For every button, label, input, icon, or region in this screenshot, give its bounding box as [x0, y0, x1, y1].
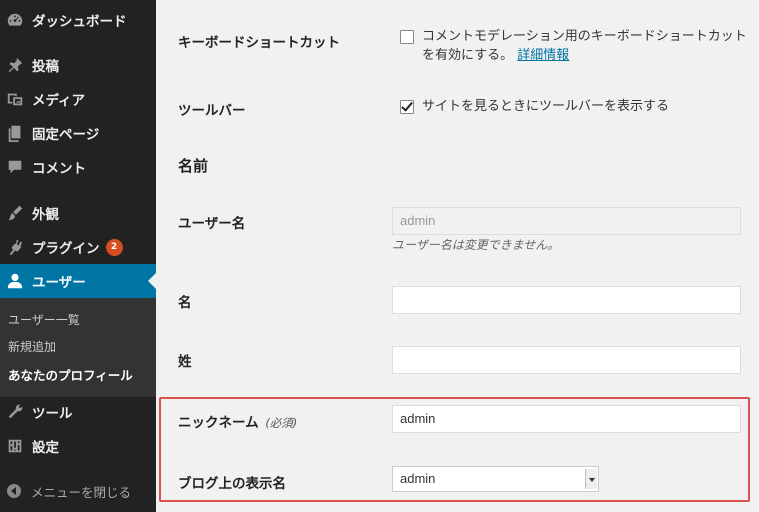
collapse-menu-button[interactable]: メニューを閉じる	[0, 478, 156, 504]
keyboard-shortcuts-text: コメントモデレーション用のキーボードショートカットを有効にする。 詳細情報	[422, 27, 752, 65]
menu-item-settings[interactable]: 設定	[0, 429, 156, 463]
menu-label-comments: コメント	[32, 161, 86, 177]
media-icon	[5, 89, 25, 109]
username-input[interactable]: admin	[392, 207, 741, 235]
menu-label-appearance: 外観	[32, 207, 59, 223]
name-section-title: 名前	[178, 157, 209, 175]
menu-label-settings: 設定	[32, 440, 59, 456]
more-info-link[interactable]: 詳細情報	[517, 48, 569, 63]
appearance-icon	[5, 203, 25, 223]
submenu-all-users[interactable]: ユーザー一覧	[8, 311, 80, 328]
dashboard-icon	[5, 10, 25, 30]
highlight-box	[159, 397, 750, 502]
toolbar-row: サイトを見るときにツールバーを表示する	[400, 97, 752, 116]
toolbar-checkbox[interactable]	[400, 100, 414, 114]
menu-label-dashboard: ダッシュボード	[32, 14, 127, 30]
comment-icon	[5, 157, 25, 177]
keyboard-shortcuts-description: コメントモデレーション用のキーボードショートカットを有効にする。	[422, 29, 747, 63]
user-icon	[5, 271, 25, 291]
pages-icon	[5, 123, 25, 143]
users-submenu: ユーザー一覧 新規追加 あなたのプロフィール	[0, 298, 156, 397]
keyboard-shortcuts-row: コメントモデレーション用のキーボードショートカットを有効にする。 詳細情報	[400, 27, 752, 65]
toolbar-description: サイトを見るときにツールバーを表示する	[422, 99, 670, 114]
first-name-input[interactable]	[392, 286, 741, 314]
first-name-label: 名	[178, 295, 192, 311]
keyboard-shortcuts-checkbox[interactable]	[400, 30, 414, 44]
keyboard-shortcuts-label: キーボードショートカット	[178, 35, 340, 51]
menu-item-appearance[interactable]: 外観	[0, 196, 156, 230]
menu-label-posts: 投稿	[32, 59, 59, 75]
menu-label-plugins: プラグイン	[32, 241, 100, 257]
menu-item-pages[interactable]: 固定ページ	[0, 116, 156, 150]
settings-icon	[5, 436, 25, 456]
submenu-add-new[interactable]: 新規追加	[8, 338, 56, 355]
toolbar-label: ツールバー	[178, 103, 246, 119]
menu-item-comments[interactable]: コメント	[0, 150, 156, 184]
last-name-label: 姓	[178, 354, 192, 370]
submenu-your-profile[interactable]: あなたのプロフィール	[8, 365, 133, 384]
collapse-arrow-icon	[6, 483, 22, 499]
last-name-input[interactable]	[392, 346, 741, 374]
menu-label-users: ユーザー	[32, 275, 86, 291]
plugin-update-badge: 2	[105, 238, 123, 256]
menu-item-tools[interactable]: ツール	[0, 395, 156, 429]
admin-sidebar: ダッシュボード 投稿 メディア 固定ページ コメント 外観 プラグイン 2 ユー…	[0, 0, 156, 512]
username-label: ユーザー名	[178, 216, 246, 232]
menu-label-tools: ツール	[32, 406, 73, 422]
wrench-icon	[5, 402, 25, 422]
collapse-menu-label: メニューを閉じる	[31, 484, 132, 500]
pin-icon	[5, 55, 25, 75]
menu-item-dashboard[interactable]: ダッシュボード	[0, 3, 156, 37]
plugin-icon	[5, 237, 25, 257]
username-description: ユーザー名は変更できません。	[392, 238, 560, 252]
menu-item-plugins[interactable]: プラグイン 2	[0, 230, 156, 264]
menu-item-posts[interactable]: 投稿	[0, 48, 156, 82]
menu-item-users[interactable]: ユーザー	[0, 264, 156, 298]
menu-label-pages: 固定ページ	[32, 127, 100, 143]
menu-label-media: メディア	[32, 93, 86, 109]
menu-item-media[interactable]: メディア	[0, 82, 156, 116]
